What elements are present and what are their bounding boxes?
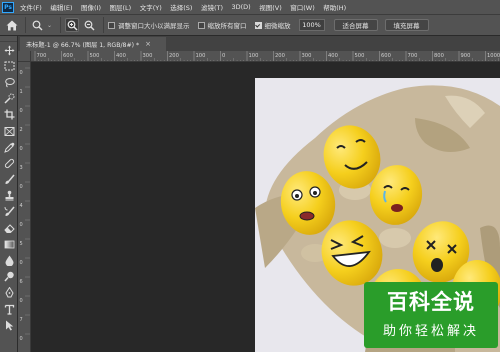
menu-help[interactable]: 帮助(H) <box>323 2 346 12</box>
document-tab-title: 未标题-1 @ 66.7% (图层 1, RGB/8#) * <box>26 41 140 49</box>
ruler-label: 100 <box>249 53 259 59</box>
ruler-label: 0 <box>20 336 23 342</box>
menu-image[interactable]: 图像(I) <box>81 2 101 12</box>
ruler-label: 200 <box>275 53 285 59</box>
brush-tool-icon[interactable] <box>0 172 18 188</box>
ruler-label: 800 <box>434 53 444 59</box>
close-icon[interactable]: × <box>145 40 151 48</box>
blur-tool-icon[interactable] <box>0 252 18 268</box>
fit-screen-button[interactable]: 适合屏幕 <box>333 19 378 31</box>
crop-tool-icon[interactable] <box>0 107 18 123</box>
ruler-label: 7 <box>20 317 23 323</box>
zoom-preset-caret-icon[interactable]: ⌄ <box>47 22 52 29</box>
frame-tool-icon[interactable] <box>0 123 18 139</box>
marquee-tool-icon[interactable] <box>0 58 18 74</box>
toolbox <box>0 36 18 352</box>
ruler-label: 300 <box>302 53 312 59</box>
quick-select-tool-icon[interactable] <box>0 91 18 107</box>
ruler-label: 0 <box>20 108 23 114</box>
menu-file[interactable]: 文件(F) <box>20 2 42 12</box>
menu-select[interactable]: 选择(S) <box>170 2 192 12</box>
ruler-label: 400 <box>328 53 338 59</box>
ruler-label: 0 <box>20 70 23 76</box>
eraser-tool-icon[interactable] <box>0 220 18 236</box>
ruler-label: 100 <box>196 53 206 59</box>
history-brush-tool-icon[interactable] <box>0 204 18 220</box>
ruler-corner[interactable] <box>18 51 31 62</box>
ruler-label: 0 <box>20 146 23 152</box>
ruler-label: 3 <box>20 165 23 171</box>
ruler-label: 0 <box>20 260 23 266</box>
watermark-title: 百科全说 <box>387 290 475 314</box>
ruler-label: 200 <box>169 53 179 59</box>
menu-type[interactable]: 文字(Y) <box>140 2 162 12</box>
ruler-label: 0 <box>20 298 23 304</box>
ruler-label: 4 <box>20 203 23 209</box>
menu-view[interactable]: 视图(V) <box>259 2 282 12</box>
move-tool-icon[interactable] <box>0 42 18 58</box>
options-divider <box>103 17 105 33</box>
ruler-label: 900 <box>461 53 471 59</box>
eyedropper-tool-icon[interactable] <box>0 139 18 155</box>
scrubby-zoom-label: 细微缩放 <box>264 22 291 30</box>
menu-edit[interactable]: 编辑(E) <box>50 2 72 12</box>
gradient-tool-icon[interactable] <box>0 236 18 252</box>
horizontal-ruler[interactable]: 700 600 500 400 300 200 100 0 100 200 300 400 500 600… <box>31 51 500 62</box>
ruler-label: 500 <box>90 53 100 59</box>
type-tool-icon[interactable] <box>0 301 18 317</box>
menu-layer[interactable]: 图层(L) <box>110 2 132 12</box>
clone-stamp-tool-icon[interactable] <box>0 188 18 204</box>
zoom-percent-field[interactable]: 100% <box>298 19 325 31</box>
zoom-all-windows-checkbox[interactable] <box>197 21 205 29</box>
home-icon[interactable] <box>3 16 21 34</box>
zoom-all-windows-option[interactable]: 缩放所有窗口 <box>197 20 247 30</box>
ruler-label: 600 <box>381 53 391 59</box>
ruler-label: 0 <box>222 53 225 59</box>
menu-window[interactable]: 窗口(W) <box>290 2 315 12</box>
lasso-tool-icon[interactable] <box>0 74 18 90</box>
options-divider <box>25 17 26 33</box>
options-bar: ⌄ 调整窗口大小以满屏显示 缩放所有窗口 细微缩放 100% 适合屏幕 填充屏幕 <box>0 14 500 36</box>
ruler-label: 400 <box>116 53 126 59</box>
ruler-label: 700 <box>408 53 418 59</box>
resize-windows-checkbox[interactable] <box>108 21 116 29</box>
zoom-all-windows-label: 缩放所有窗口 <box>207 22 247 30</box>
ruler-label: 1000 <box>487 53 500 59</box>
zoom-out-icon[interactable] <box>82 18 96 32</box>
menu-bar: Ps 文件(F) 编辑(E) 图像(I) 图层(L) 文字(Y) 选择(S) 滤… <box>0 0 500 14</box>
path-select-tool-icon[interactable] <box>0 317 18 333</box>
document-tab-bar: 未标题-1 @ 66.7% (图层 1, RGB/8#) * × <box>18 36 500 51</box>
ruler-label: 500 <box>355 53 365 59</box>
scrubby-zoom-checkbox[interactable] <box>254 21 262 29</box>
ruler-label: 700 <box>37 53 47 59</box>
watermark-subtitle: 助你轻松解决 <box>382 324 479 339</box>
ruler-label: 1 <box>20 89 23 95</box>
watermark-badge: 百科全说 助你轻松解决 <box>364 282 498 348</box>
ruler-label: 0 <box>20 222 23 228</box>
resize-windows-option[interactable]: 调整窗口大小以满屏显示 <box>108 20 190 30</box>
document-tab[interactable]: 未标题-1 @ 66.7% (图层 1, RGB/8#) * × <box>20 37 166 51</box>
photoshop-logo-icon: Ps <box>2 1 14 13</box>
menu-3d[interactable]: 3D(D) <box>232 3 251 11</box>
fill-screen-button[interactable]: 填充屏幕 <box>384 19 429 31</box>
ruler-label: 5 <box>20 241 23 247</box>
ruler-label: 6 <box>20 279 23 285</box>
resize-windows-label: 调整窗口大小以满屏显示 <box>118 22 190 30</box>
ruler-label: 600 <box>63 53 73 59</box>
healing-brush-tool-icon[interactable] <box>0 155 18 171</box>
dodge-tool-icon[interactable] <box>0 269 18 285</box>
zoom-preset-icon[interactable] <box>30 18 44 32</box>
zoom-in-icon[interactable] <box>65 18 80 32</box>
scrubby-zoom-option[interactable]: 细微缩放 <box>254 20 291 30</box>
ruler-label: 0 <box>20 184 23 190</box>
menu-filter[interactable]: 滤镜(T) <box>201 2 223 12</box>
ruler-label: 2 <box>20 127 23 133</box>
options-divider <box>60 17 62 33</box>
pen-tool-icon[interactable] <box>0 285 18 301</box>
ruler-label: 300 <box>143 53 153 59</box>
vertical-ruler[interactable]: 0 1 0 2 0 3 0 4 0 5 0 6 0 7 0 <box>18 62 31 352</box>
